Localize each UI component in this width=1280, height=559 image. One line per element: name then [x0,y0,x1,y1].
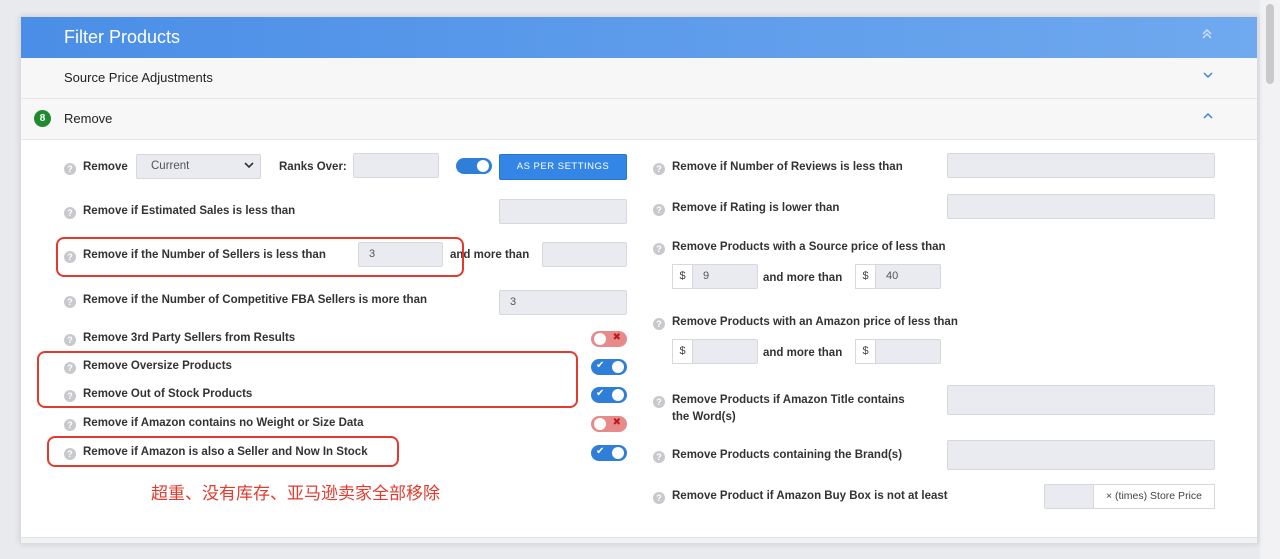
highlight-box-oversize-stock [37,351,578,408]
reviews-input[interactable] [947,153,1215,178]
help-icon[interactable]: ? [653,204,665,216]
help-icon[interactable]: ? [64,419,76,431]
buybox-label: Remove Product if Amazon Buy Box is not … [672,490,948,502]
fba-sellers-input[interactable]: 3 [499,290,627,315]
brands-input[interactable] [947,440,1215,470]
as-per-settings-button[interactable]: AS PER SETTINGS [499,154,627,180]
dollar-addon: $ [855,264,876,289]
double-chevron-up-icon[interactable] [1201,28,1213,44]
toggle-knob [594,333,606,345]
toggle-label: Remove if Amazon contains no Weight or S… [83,417,364,429]
help-icon[interactable]: ? [64,207,76,219]
toggle-knob [477,160,489,172]
max-sellers-input[interactable] [542,242,627,267]
ranks-over-label: Ranks Over: [279,161,347,173]
remove-section[interactable]: 8 Remove [21,99,1257,140]
help-icon[interactable]: ? [653,163,665,175]
x-icon: ✖ [612,417,621,428]
toggle-knob [612,389,624,401]
dollar-addon: $ [672,264,693,289]
help-icon[interactable]: ? [64,296,76,308]
out-of-stock-toggle[interactable]: ✔ [591,387,627,403]
annotation-note: 超重、没有库存、亚马逊卖家全部移除 [151,484,440,504]
help-icon[interactable]: ? [64,163,76,175]
check-icon: ✔ [596,388,605,399]
amazon-price-min-input[interactable] [692,339,758,364]
toggle-knob [594,418,606,430]
est-sales-input[interactable] [499,199,627,224]
rating-label: Remove if Rating is lower than [672,202,840,214]
card-bottom-divider [21,537,1257,543]
source-price-min-input[interactable]: 9 [692,264,758,289]
fba-sellers-label: Remove if the Number of Competitive FBA … [83,294,428,306]
dollar-addon: $ [855,339,876,364]
select-value: Current [151,160,190,172]
title-words-label: Remove Products if Amazon Title contains [672,394,905,406]
help-icon[interactable]: ? [64,334,76,346]
scrollbar-thumb[interactable] [1266,4,1274,84]
amazon-price-label: Remove Products with an Amazon price of … [672,316,958,328]
title-words-label-line2: the Word(s) [672,411,736,423]
toggle-knob [612,447,624,459]
rating-input[interactable] [947,194,1215,219]
and-more-than-label: and more than [763,347,843,359]
help-icon[interactable]: ? [653,243,665,255]
and-more-than-label: and more than [763,272,843,284]
section-label: Remove [64,111,113,126]
times-store-price-addon: × (times) Store Price [1093,484,1215,509]
dollar-addon: $ [672,339,693,364]
amazon-seller-toggle[interactable]: ✔ [591,445,627,461]
third-party-sellers-toggle[interactable]: ✖ [591,331,627,347]
step-badge: 8 [34,110,51,127]
reviews-label: Remove if Number of Reviews is less than [672,161,903,173]
amazon-price-max-input[interactable] [875,339,941,364]
check-icon: ✔ [596,446,605,457]
toggle-label: Remove 3rd Party Sellers from Results [83,332,296,344]
buybox-input[interactable] [1044,484,1094,509]
brands-label: Remove Products containing the Brand(s) [672,449,903,461]
source-price-label: Remove Products with a Source price of l… [672,241,946,253]
help-icon[interactable]: ? [653,318,665,330]
source-price-adjustments-section[interactable]: Source Price Adjustments [21,58,1257,99]
no-weight-data-toggle[interactable]: ✖ [591,416,627,432]
chevron-down-icon[interactable] [1203,69,1213,83]
header-title: Filter Products [64,27,181,47]
help-icon[interactable]: ? [653,451,665,463]
ranks-over-input[interactable] [353,153,439,178]
highlight-box-amazon-seller [47,436,399,467]
rank-settings-toggle[interactable] [456,158,492,174]
x-icon: ✖ [612,332,621,343]
section-label: Source Price Adjustments [64,70,213,85]
filter-products-header[interactable]: Filter Products [21,17,1257,58]
est-sales-label: Remove if Estimated Sales is less than [83,205,296,217]
remove-rank-label: Remove [83,161,128,173]
source-price-max-input[interactable]: 40 [875,264,941,289]
oversize-products-toggle[interactable]: ✔ [591,359,627,375]
highlight-box-sellers [56,237,464,277]
title-words-input[interactable] [947,385,1215,415]
chevron-down-icon [244,160,254,174]
help-icon[interactable]: ? [653,396,665,408]
chevron-up-icon[interactable] [1203,110,1213,124]
page-scrollbar[interactable] [1260,0,1280,559]
check-icon: ✔ [596,360,605,371]
toggle-knob [612,361,624,373]
filter-products-card: Filter Products Source Price Adjustments… [20,16,1258,544]
help-icon[interactable]: ? [653,492,665,504]
rank-type-select[interactable]: Current [136,154,261,179]
